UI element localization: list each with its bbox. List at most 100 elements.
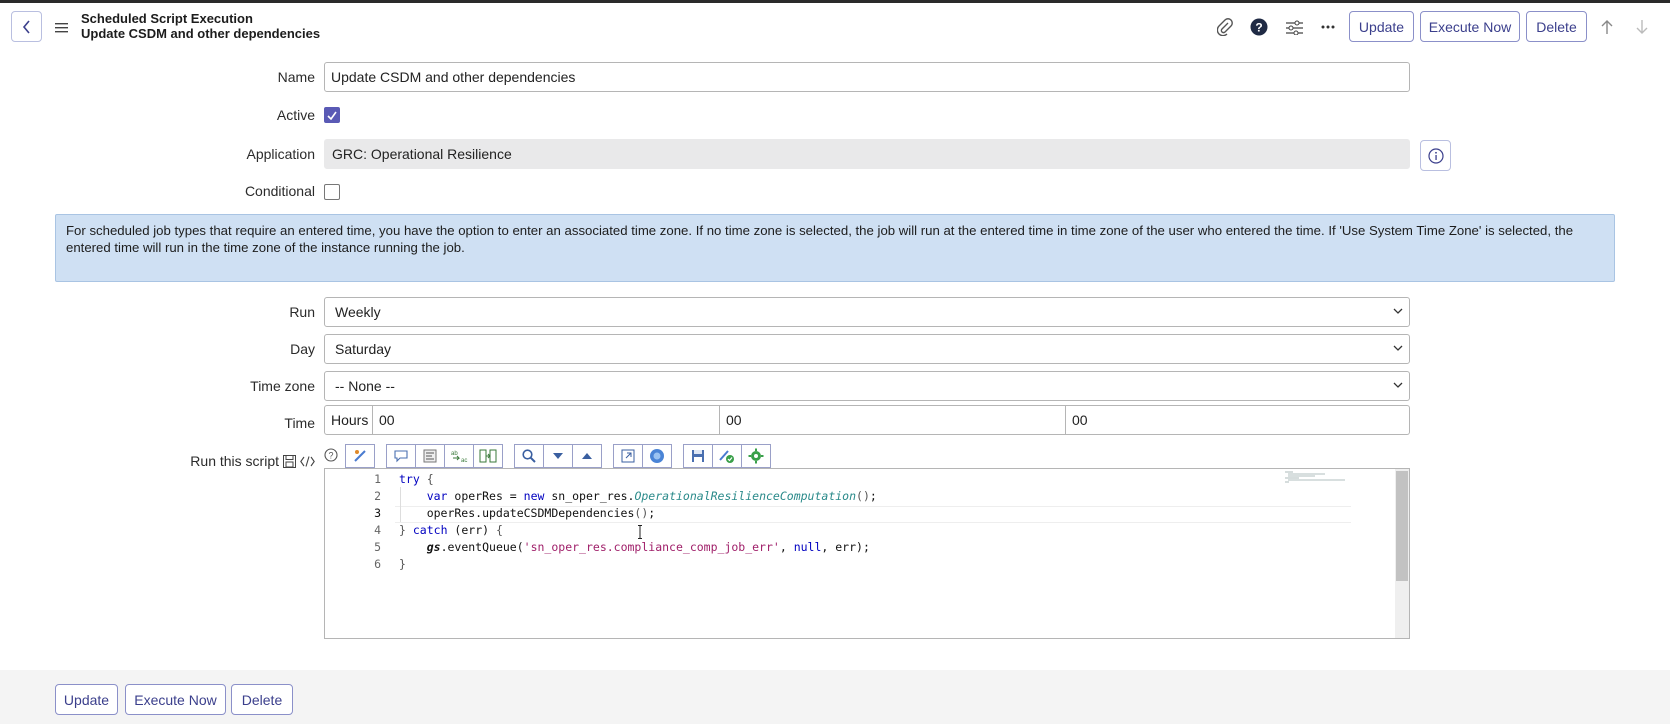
svg-text:?: ? (328, 451, 333, 461)
code-line-2: var operRes = new sn_oper_res.Operationa… (426, 489, 877, 503)
line-number-gutter: 1 2 3 4 5 6 (325, 469, 381, 638)
comment-icon (394, 450, 408, 463)
find-next-button[interactable] (543, 444, 573, 468)
info-icon (1427, 147, 1444, 164)
line-number: 1 (374, 472, 381, 486)
code-line-3: operRes.updateCSDMDependencies(); (399, 506, 656, 520)
conditional-checkbox[interactable] (324, 184, 340, 200)
checkmark-icon (327, 111, 337, 120)
time-label: Time (284, 415, 315, 431)
footer-delete-button[interactable]: Delete (231, 684, 293, 715)
script-label-row: Run this script (140, 453, 315, 469)
time-field-group: Hours 00 00 00 (324, 405, 1410, 435)
svg-text:?: ? (1255, 21, 1262, 35)
seconds-input[interactable]: 00 (1066, 405, 1410, 435)
format-icon (423, 449, 437, 463)
run-select[interactable]: Weekly (324, 297, 1410, 327)
replace-button[interactable]: ab ac (444, 444, 474, 468)
text-cursor-icon (637, 525, 642, 539)
day-value: Saturday (335, 341, 392, 357)
header-execute-now-button[interactable]: Execute Now (1420, 11, 1520, 42)
chevron-down-icon (1393, 308, 1403, 314)
chevron-down-icon (1393, 382, 1403, 388)
chevron-down-icon (1393, 345, 1403, 351)
arrow-down-icon[interactable] (1632, 17, 1652, 37)
code-line-6: } (399, 557, 406, 571)
code-line-4: } catch (err) { (399, 523, 503, 537)
debug-circle-icon (650, 449, 664, 463)
day-select[interactable]: Saturday (324, 334, 1410, 364)
settings-button[interactable] (741, 444, 771, 468)
script-debugger-button[interactable] (642, 444, 672, 468)
timezone-select[interactable]: -- None -- (324, 371, 1410, 401)
record-title: Scheduled Script Execution Update CSDM a… (81, 11, 320, 41)
application-info-button[interactable] (1420, 140, 1451, 171)
back-button[interactable] (11, 11, 42, 42)
header-delete-button[interactable]: Delete (1526, 11, 1587, 42)
chevron-left-icon (22, 19, 30, 34)
editor-scrollbar-thumb[interactable] (1396, 471, 1408, 581)
arrow-up-icon[interactable] (1597, 17, 1617, 37)
code-minimap[interactable] (1285, 471, 1349, 483)
script-label: Run this script (190, 453, 279, 469)
more-options-icon[interactable] (1318, 17, 1338, 37)
line-number: 4 (374, 523, 381, 537)
editor-scrollbar[interactable] (1395, 469, 1409, 638)
context-menu-icon[interactable] (55, 20, 68, 36)
form-window: Scheduled Script Execution Update CSDM a… (0, 3, 1670, 724)
application-label: Application (246, 146, 316, 162)
save-icon[interactable] (283, 454, 296, 468)
toggle-syntax-coloring-button[interactable] (345, 444, 375, 468)
save-script-button[interactable] (683, 444, 713, 468)
hours-input[interactable]: 00 (373, 405, 720, 435)
name-value: Update CSDM and other dependencies (331, 69, 576, 85)
line-number: 6 (374, 557, 381, 571)
header-update-button[interactable]: Update (1349, 11, 1414, 42)
form-header: Scheduled Script Execution Update CSDM a… (0, 3, 1670, 49)
application-value: GRC: Operational Resilience (332, 146, 512, 162)
hours-prefix: Hours (324, 405, 373, 435)
day-label: Day (290, 341, 315, 357)
application-field: GRC: Operational Resilience (324, 139, 1410, 169)
chevron-up-icon (582, 453, 592, 459)
line-number: 5 (374, 540, 381, 554)
timezone-info-message: For scheduled job types that require an … (55, 214, 1615, 282)
name-field[interactable]: Update CSDM and other dependencies (324, 62, 1410, 92)
footer-execute-now-button[interactable]: Execute Now (125, 684, 226, 715)
search-icon (522, 449, 536, 463)
script-editor[interactable]: 1 2 3 4 5 6 try { var operRes = new sn_o… (324, 468, 1410, 639)
help-icon[interactable]: ? (1249, 17, 1269, 37)
toggle-comment-button[interactable] (386, 444, 416, 468)
replace-icon: abac (451, 451, 467, 463)
timezone-value: -- None -- (335, 378, 395, 394)
replace-all-icon (479, 449, 497, 463)
code-icon[interactable] (300, 455, 315, 467)
expand-icon (621, 449, 635, 463)
check-syntax-icon (719, 450, 734, 463)
fullscreen-button[interactable] (613, 444, 643, 468)
name-label: Name (277, 69, 315, 85)
help-circle-icon[interactable]: ? (324, 448, 340, 464)
conditional-label: Conditional (244, 183, 315, 199)
code-line-1: try { (399, 472, 434, 486)
syntax-icon (354, 450, 366, 462)
line-number: 3 (374, 506, 381, 520)
find-previous-button[interactable] (572, 444, 602, 468)
floppy-disk-icon (692, 450, 704, 462)
validate-script-button[interactable] (712, 444, 742, 468)
run-value: Weekly (335, 304, 381, 320)
active-checkbox[interactable] (324, 107, 340, 123)
code-line-5: gs.eventQueue('sn_oper_res.compliance_co… (426, 540, 870, 554)
page-title: Scheduled Script Execution (81, 11, 253, 26)
attachment-icon[interactable] (1215, 17, 1235, 37)
search-button[interactable] (514, 444, 544, 468)
timezone-label: Time zone (250, 378, 315, 394)
line-number: 2 (374, 489, 381, 503)
gear-icon (748, 448, 764, 464)
minutes-input[interactable]: 00 (720, 405, 1066, 435)
footer-update-button[interactable]: Update (55, 684, 118, 715)
format-code-button[interactable] (415, 444, 445, 468)
page-subtitle: Update CSDM and other dependencies (81, 26, 321, 41)
settings-sliders-icon[interactable] (1284, 17, 1304, 37)
replace-all-button[interactable] (473, 444, 503, 468)
